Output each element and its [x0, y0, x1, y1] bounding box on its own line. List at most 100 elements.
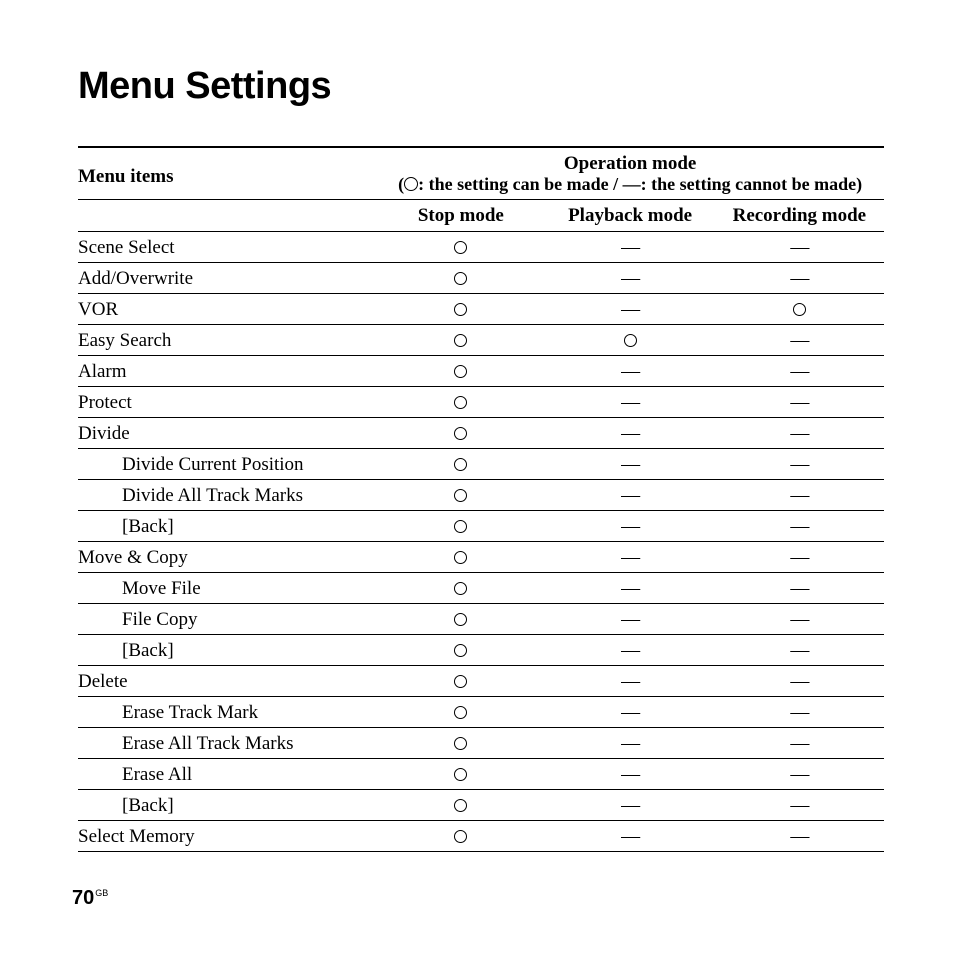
row-stop: [376, 480, 545, 511]
row-stop: [376, 697, 545, 728]
table-row: Erase All Track Marks — —: [78, 728, 884, 759]
dash-icon: —: [621, 578, 639, 599]
row-playback: —: [545, 232, 714, 263]
table-body: Scene Select——Add/Overwrite——VOR—Easy Se…: [78, 232, 884, 852]
dash-icon: —: [790, 671, 808, 692]
dash-icon: —: [790, 268, 808, 289]
circle-icon: [454, 737, 467, 750]
header-menu-items: Menu items: [78, 147, 376, 200]
dash-icon: —: [790, 795, 808, 816]
circle-icon: [454, 427, 467, 440]
circle-icon: [454, 768, 467, 781]
row-recording: —: [715, 542, 884, 573]
row-playback: —: [545, 728, 714, 759]
row-stop: [376, 263, 545, 294]
row-label: VOR: [78, 294, 376, 325]
circle-icon: [454, 272, 467, 285]
header-empty: [78, 200, 376, 232]
row-recording: —: [715, 418, 884, 449]
row-playback: —: [545, 821, 714, 852]
table-row: Select Memory — —: [78, 821, 884, 852]
dash-icon: —: [621, 485, 639, 506]
row-playback: —: [545, 449, 714, 480]
row-playback: —: [545, 697, 714, 728]
row-label: Scene Select: [78, 232, 376, 263]
row-label: [Back]: [78, 790, 376, 821]
row-stop: [376, 294, 545, 325]
dash-icon: —: [621, 547, 639, 568]
row-stop: [376, 418, 545, 449]
table-row: [Back]——: [78, 635, 884, 666]
row-stop: [376, 232, 545, 263]
circle-icon: [454, 706, 467, 719]
row-label: Delete: [78, 666, 376, 697]
row-stop: [376, 604, 545, 635]
circle-icon: [454, 241, 467, 254]
row-playback: —: [545, 294, 714, 325]
dash-icon: —: [621, 516, 639, 537]
row-playback: —: [545, 356, 714, 387]
row-stop: [376, 635, 545, 666]
row-recording: —: [715, 697, 884, 728]
legend-text: : the setting can be made / —: the setti…: [418, 174, 856, 194]
table-row: Alarm——: [78, 356, 884, 387]
circle-icon: [404, 177, 418, 191]
table-row: Erase All——: [78, 759, 884, 790]
circle-icon: [454, 458, 467, 471]
dash-icon: —: [621, 733, 639, 754]
row-label: Select Memory: [78, 821, 376, 852]
row-recording: —: [715, 480, 884, 511]
row-recording: —: [715, 263, 884, 294]
header-recording-mode: Recording mode: [715, 200, 884, 232]
row-label: Add/Overwrite: [78, 263, 376, 294]
row-recording: —: [715, 356, 884, 387]
dash-icon: —: [790, 330, 808, 351]
dash-icon: —: [621, 361, 639, 382]
dash-icon: —: [790, 423, 808, 444]
row-label: Erase Track Mark: [78, 697, 376, 728]
row-label: [Back]: [78, 511, 376, 542]
dash-icon: —: [621, 795, 639, 816]
row-recording: —: [715, 511, 884, 542]
dash-icon: —: [621, 454, 639, 475]
row-label: Move File: [78, 573, 376, 604]
header-playback-mode: Playback mode: [545, 200, 714, 232]
row-recording: —: [715, 387, 884, 418]
table-row: Move File——: [78, 573, 884, 604]
row-label: Divide: [78, 418, 376, 449]
row-stop: [376, 449, 545, 480]
row-recording: [715, 294, 884, 325]
dash-icon: —: [790, 361, 808, 382]
dash-icon: —: [621, 609, 639, 630]
row-playback: [545, 325, 714, 356]
circle-icon: [454, 613, 467, 626]
row-label: Erase All: [78, 759, 376, 790]
row-label: Move & Copy: [78, 542, 376, 573]
dash-icon: —: [790, 547, 808, 568]
row-stop: [376, 728, 545, 759]
dash-icon: —: [790, 516, 808, 537]
table-row: Erase Track Mark ——: [78, 697, 884, 728]
table-row: Scene Select——: [78, 232, 884, 263]
header-operation-mode: Operation mode: [376, 147, 884, 173]
page-number: 70GB: [72, 887, 108, 910]
page-region: GB: [95, 888, 108, 898]
row-playback: —: [545, 604, 714, 635]
row-playback: —: [545, 511, 714, 542]
dash-icon: —: [790, 764, 808, 785]
row-recording: —: [715, 449, 884, 480]
row-stop: [376, 821, 545, 852]
circle-icon: [454, 365, 467, 378]
row-recording: —: [715, 759, 884, 790]
row-label: Erase All Track Marks: [78, 728, 376, 759]
circle-icon: [454, 396, 467, 409]
row-stop: [376, 542, 545, 573]
dash-icon: —: [790, 485, 808, 506]
circle-icon: [793, 303, 806, 316]
document-page: Menu Settings Menu items Operation mode …: [0, 0, 954, 954]
row-playback: —: [545, 666, 714, 697]
circle-icon: [624, 334, 637, 347]
row-recording: —: [715, 728, 884, 759]
dash-icon: —: [790, 826, 808, 847]
dash-icon: —: [790, 733, 808, 754]
